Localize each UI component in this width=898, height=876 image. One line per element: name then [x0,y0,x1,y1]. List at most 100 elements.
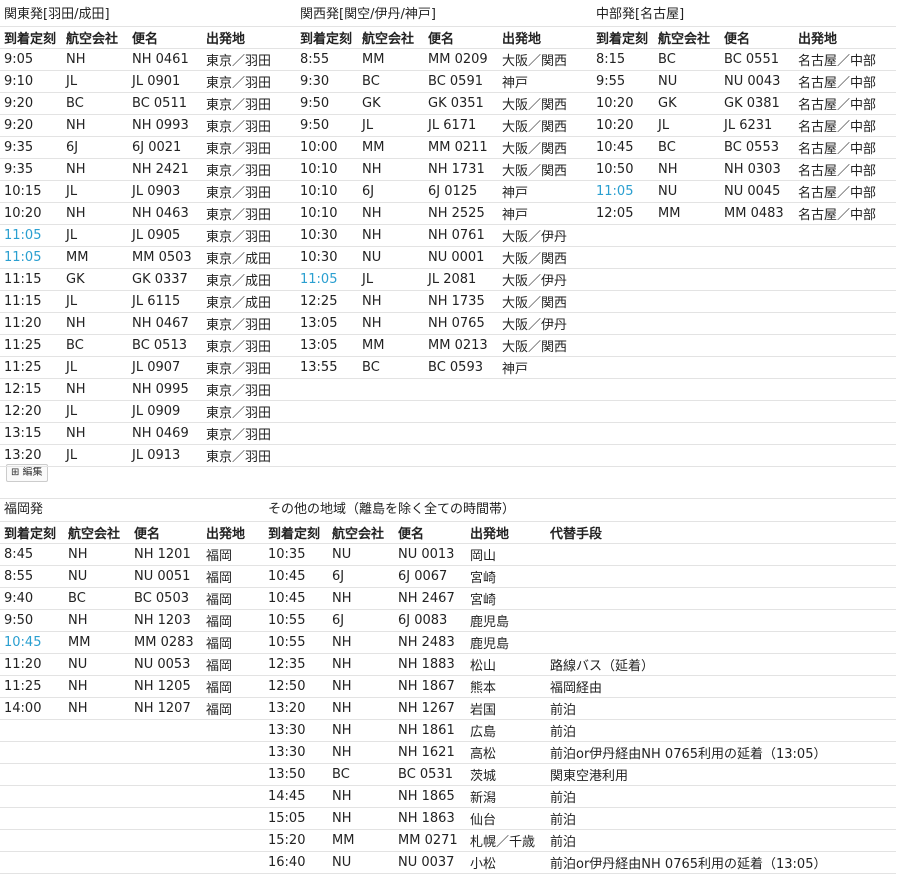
cell-airline: BC [658,52,676,67]
cell-airline: BC [66,338,84,353]
cell-flight: NH 1207 [134,701,191,716]
cell-flight: 6J 0083 [398,613,448,628]
cell-airline: NH [332,723,352,738]
cell-flight: NU 0043 [724,74,781,89]
table-row: 10:45 MM MM 0283 福岡 [0,632,264,654]
chubu-table: 到着定刻 航空会社 便名 出発地 8:15 BC BC 0551 名古屋／中部 9:55 NU NU… [592,27,892,225]
table-row: 11:15 JL JL 6115 東京／成田 [0,291,286,313]
cell-flight: JL 0907 [132,360,181,375]
cell-flight: NH 0303 [724,162,781,177]
cell-origin: 岡山 [470,549,497,564]
cell-alt: 関東空港利用 [550,769,629,784]
table-row: 14:00 NH NH 1207 福岡 [0,698,264,720]
table-row: 16:40 NU NU 0037 小松 前泊or伊丹経由NH 0765利用の延着（13:… [264,852,894,874]
row-divider [0,224,896,225]
cell-flight: NH 0765 [428,316,485,331]
table-row: 12:25 NH NH 1735 大阪／関西 [296,291,582,313]
cell-time: 9:50 [300,96,330,111]
row-divider [0,466,896,467]
cell-time: 8:55 [4,569,34,584]
cell-origin: 福岡 [206,703,233,718]
cell-origin: 大阪／関西 [502,296,568,311]
table-row: 11:05 NU NU 0045 名古屋／中部 [592,181,892,203]
column-header-time: 到着定刻 [596,32,649,47]
cell-origin: 福岡 [206,571,233,586]
row-divider [0,697,896,698]
cell-time: 9:35 [4,162,34,177]
cell-airline: NH [66,118,86,133]
column-header-origin: 出発地 [502,32,542,47]
cell-time: 13:05 [300,316,338,331]
table-row: 11:25 NH NH 1205 福岡 [0,676,264,698]
cell-time: 8:15 [596,52,626,67]
cell-origin: 鹿児島 [470,637,510,652]
cell-airline: BC [362,74,380,89]
cell-alt: 前泊or伊丹経由NH 0765利用の延着（13:05） [550,857,827,872]
cell-origin: 東京／羽田 [206,318,272,333]
cell-flight: NH 1205 [134,679,191,694]
table-row: 13:05 MM MM 0213 大阪／関西 [296,335,582,357]
cell-alt: 前泊 [550,835,577,850]
cell-origin: 名古屋／中部 [798,164,877,179]
cell-flight: NU 0037 [398,855,455,870]
column-header-airline: 航空会社 [658,32,711,47]
cell-time: 9:50 [300,118,330,133]
cell-flight: MM 0283 [134,635,194,650]
row-divider [0,246,896,247]
cell-time: 16:40 [268,855,306,870]
cell-flight: NH 0761 [428,228,485,243]
cell-time: 14:00 [4,701,42,716]
cell-origin: 名古屋／中部 [798,142,877,157]
table-row: 13:15 NH NH 0469 東京／羽田 [0,423,286,445]
cell-flight: MM 0503 [132,250,192,265]
cell-time: 10:00 [300,140,338,155]
cell-alt [546,610,894,632]
cell-airline: 6J [66,140,79,155]
cell-flight: NH 2421 [132,162,189,177]
table-row: 13:30 NH NH 1621 高松 前泊or伊丹経由NH 0765利用の延着（13:… [264,742,894,764]
cell-origin: 東京／羽田 [206,76,272,91]
cell-flight: JL 0903 [132,184,181,199]
cell-airline: NH [332,701,352,716]
cell-time: 13:30 [268,723,306,738]
cell-origin: 東京／羽田 [206,450,272,465]
cell-origin: 大阪／関西 [502,98,568,113]
cell-flight: GK 0351 [428,96,484,111]
table-row: 10:55 6J 6J 0083 鹿児島 [264,610,894,632]
cell-airline: NH [332,789,352,804]
column-header-flight: 便名 [428,32,455,47]
cell-airline: MM [362,140,385,155]
cell-airline: JL [362,272,374,287]
cell-flight: BC 0511 [132,96,187,111]
cell-time: 9:10 [4,74,34,89]
table-row: 13:30 NH NH 1861 広島 前泊 [264,720,894,742]
cell-time: 11:25 [4,338,42,353]
cell-time: 10:55 [268,613,306,628]
row-divider [0,180,896,181]
cell-time: 9:30 [300,74,330,89]
cell-airline: JL [658,118,670,133]
table-row: 11:05 JL JL 2081 大阪／伊丹 [296,269,582,291]
row-divider [0,785,896,786]
cell-alt: 福岡経由 [550,681,603,696]
table-row: 8:55 MM MM 0209 大阪／関西 [296,49,582,71]
cell-flight: NH 2483 [398,635,455,650]
column-header-time: 到着定刻 [300,32,353,47]
cell-flight: NH 1731 [428,162,485,177]
other-table: 到着定刻 航空会社 便名 出発地 代替手段 10:35 NU NU 0013 岡山 10:45 6J… [264,522,894,874]
column-header-origin: 出発地 [798,32,838,47]
cell-airline: GK [66,272,85,287]
cell-alt [546,632,894,654]
cell-time: 9:40 [4,591,34,606]
cell-flight: 6J 0021 [132,140,182,155]
cell-flight: NH 0461 [132,52,189,67]
cell-airline: JL [66,448,78,463]
table-row: 11:15 GK GK 0337 東京／成田 [0,269,286,291]
row-divider [0,48,896,49]
table-row: 12:20 JL JL 0909 東京／羽田 [0,401,286,423]
cell-airline: NH [332,811,352,826]
cell-origin: 東京／羽田 [206,120,272,135]
cell-time: 13:15 [4,426,42,441]
cell-airline: BC [658,140,676,155]
cell-flight: NH 1203 [134,613,191,628]
